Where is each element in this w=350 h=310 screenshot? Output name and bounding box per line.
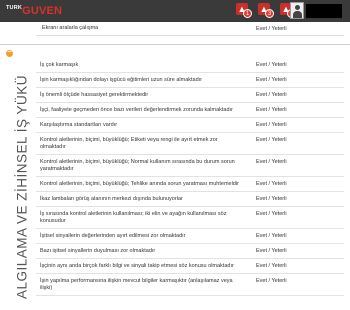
answer-text[interactable]: Evet / Yeterli xyxy=(256,248,287,254)
question-row: Ekranı aralarla çalışma Evet / Yeterli xyxy=(36,22,344,36)
answer-text[interactable]: Evet / Yeterli xyxy=(256,137,287,143)
question-row: Bazı işitsel sinyallerin duyulması zor o… xyxy=(36,244,344,259)
user-name-redacted[interactable] xyxy=(306,4,342,18)
answer-text[interactable]: Evet / Yeterli xyxy=(256,263,287,269)
question-row: Kontrol aletlerinin, biçimi, büyüklüğü; … xyxy=(36,177,344,192)
alert-count-badge: 1 xyxy=(243,9,252,18)
question-text: İkaz lambaları görüş alanının merkezi dı… xyxy=(40,196,183,202)
question-text: Ekranı aralarla çalışma xyxy=(42,25,99,31)
question-row: İş önemli ölçüde hassasiyet gerektirmekt… xyxy=(36,88,344,103)
section-perception-mental-workload: − ALGILAMA VE ZİHİNSEL İŞ YÜKÜ İş çok ka… xyxy=(0,45,350,305)
answer-text[interactable]: Evet / Yeterli xyxy=(256,92,287,98)
app-logo[interactable]: TURK GUVEN xyxy=(6,5,62,17)
question-text: İşin yapılma performansına ilişkin mevcu… xyxy=(40,278,233,291)
answer-text[interactable]: Evet / Yeterli xyxy=(256,196,287,202)
answer-text[interactable]: Evet / Yeterli xyxy=(256,159,287,165)
question-row: İkaz lambaları görüş alanının merkezi dı… xyxy=(36,192,344,207)
logo-text-turk: TURK xyxy=(6,5,23,11)
top-bar: TURKGUVEN ▲ 1 ▲ 3 ▲ 1 xyxy=(0,0,350,22)
answer-text[interactable]: Evet / Yeterli xyxy=(256,211,287,217)
question-row: İşçi, faaliyete geçmeden önce bazı veril… xyxy=(36,103,344,118)
question-row: Kontrol aletlerinin, biçimi, büyüklüğü; … xyxy=(36,155,344,177)
answer-text[interactable]: Evet / Yeterli xyxy=(256,122,287,128)
alert-button-2[interactable]: ▲ 3 xyxy=(258,3,274,18)
question-list: İş çok karmaşık Evet / Yeterli İşin karma… xyxy=(36,58,344,296)
collapse-toggle-icon[interactable]: − xyxy=(6,49,13,57)
answer-text[interactable]: Evet / Yeterli xyxy=(256,62,287,68)
logo-text-guven: GUVEN xyxy=(22,5,63,17)
answer-text[interactable]: Evet / Yeterli xyxy=(256,278,287,284)
question-text: Kontrol aletlerinin, biçimi, büyüklüğü; … xyxy=(40,137,218,150)
question-row: Kontrol aletlerinin, biçimi, büyüklüğü; … xyxy=(36,133,344,155)
avatar-body xyxy=(293,11,302,18)
question-text: İş çok karmaşık xyxy=(40,62,79,68)
alert-group: ▲ 1 ▲ 3 ▲ 1 xyxy=(236,3,296,18)
answer-text[interactable]: Evet / Yeterli xyxy=(256,26,287,32)
answer-text[interactable]: Evet / Yeterli xyxy=(256,77,287,83)
question-text: Karşılaştırma standartları vardır xyxy=(40,122,118,128)
question-row: İşitsel sinyallerin değerlerinden ayırt … xyxy=(36,229,344,244)
question-row: İşçinin aynı anda birçok farklı bilgi ve… xyxy=(36,259,344,274)
question-text: İş önemli ölçüde hassasiyet gerektirmekt… xyxy=(40,92,149,98)
answer-text[interactable]: Evet / Yeterli xyxy=(256,233,287,239)
question-text: Bazı işitsel sinyallerin duyulması zor o… xyxy=(40,248,156,254)
question-row: İşin karmaşıklığından dolayı işgücü eğit… xyxy=(36,73,344,88)
question-text: Kontrol aletlerinin, biçimi, büyüklüğü; … xyxy=(40,181,239,187)
question-row: İşin yapılma performansına ilişkin mevcu… xyxy=(36,274,344,296)
question-row: İş çok karmaşık Evet / Yeterli xyxy=(36,58,344,73)
answer-text[interactable]: Evet / Yeterli xyxy=(256,181,287,187)
question-row: Karşılaştırma standartları vardır Evet / … xyxy=(36,118,344,133)
question-text: İşçinin aynı anda birçok farklı bilgi ve… xyxy=(40,263,234,269)
alert-count-badge: 3 xyxy=(265,9,274,18)
alert-button-1[interactable]: ▲ 1 xyxy=(236,3,252,18)
avatar-head xyxy=(295,5,300,10)
question-text: İşitsel sinyallerin değerlerinden ayırt … xyxy=(40,233,186,239)
question-text: İşçi, faaliyete geçmeden önce bazı veril… xyxy=(40,107,233,113)
question-text: İş sırasında kontrol aletlerinin kullanı… xyxy=(40,211,227,224)
section-title-vertical: ALGILAMA VE ZİHİNSEL İŞ YÜKÜ xyxy=(11,65,33,310)
question-text: Kontrol aletlerinin, biçimi, büyüklüğü; … xyxy=(40,159,235,172)
user-avatar[interactable] xyxy=(290,2,304,19)
answer-text[interactable]: Evet / Yeterli xyxy=(256,107,287,113)
question-row: İş sırasında kontrol aletlerinin kullanı… xyxy=(36,207,344,229)
question-text: İşin karmaşıklığından dolayı işgücü eğit… xyxy=(40,77,203,83)
section-title: ALGILAMA VE ZİHİNSEL İŞ YÜKÜ xyxy=(14,74,30,300)
